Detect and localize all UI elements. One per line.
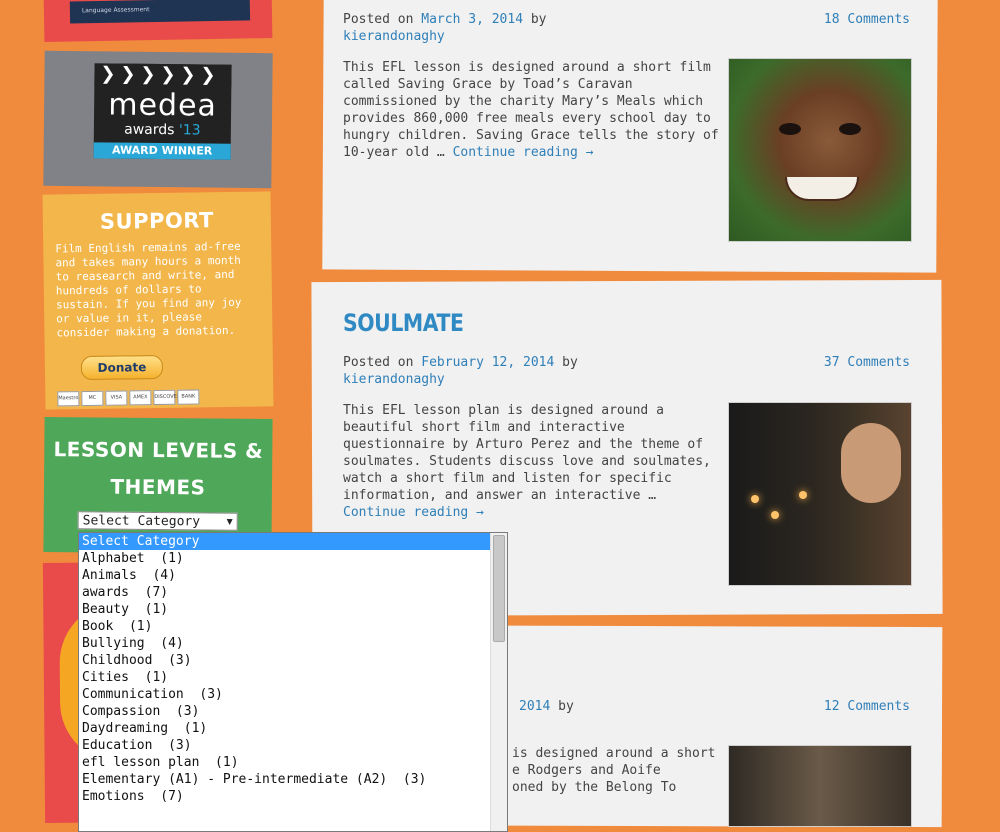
dropdown-option[interactable]: efl lesson plan (1) [79,754,507,771]
maestro-icon: Maestro [57,391,80,407]
comments-link[interactable]: 18 Comments [824,11,910,28]
dropdown-option[interactable]: awards (7) [79,584,507,601]
medea-awards-text: awards '13 [124,121,201,139]
dropdown-option[interactable]: Daydreaming (1) [79,720,507,737]
dropdown-option[interactable]: Select Category [79,533,492,550]
dropdown-option[interactable]: Animals (4) [79,567,507,584]
dropdown-option[interactable]: Childhood (3) [79,652,507,669]
dropdown-option[interactable]: Emotions (7) [79,788,507,805]
post-thumbnail[interactable] [728,402,912,586]
amex-icon: AMEX [129,390,152,406]
mastercard-icon: MC [81,390,104,407]
dropdown-option[interactable]: Book (1) [79,618,507,635]
support-widget: SUPPORT Film English remains ad-free and… [42,191,274,410]
chevron-down-icon: ▼ [226,516,233,528]
dropdown-option[interactable]: Bullying (4) [79,635,507,652]
dropdown-option[interactable]: Compassion (3) [79,703,507,720]
category-select-value: Select Category [82,513,201,530]
post-excerpt: This EFL lesson is designed around a sho… [343,60,719,160]
continue-reading-link[interactable]: Continue reading → [343,505,484,520]
support-title: SUPPORT [99,208,214,234]
dropdown-option[interactable]: Alphabet (1) [79,550,507,567]
author-link[interactable]: kierandonaghy [343,372,445,387]
comments-link[interactable]: 37 Comments [824,354,910,371]
sidebar-top-widget: Language Assessment [43,0,273,42]
medea-award-logo[interactable]: ❯ ❯ ❯ ❯ ❯ ❯ medea awards '13 AWARD WINNE… [93,63,232,160]
donate-button[interactable]: Donate [80,354,164,381]
post-excerpt: This EFL lesson plan is designed around … [343,403,711,520]
medea-award-widget: ❯ ❯ ❯ ❯ ❯ ❯ medea awards '13 AWARD WINNE… [43,50,273,189]
dropdown-option[interactable]: Education (3) [79,737,507,754]
dropdown-option[interactable]: Elementary (A1) - Pre-intermediate (A2) … [79,771,507,788]
category-select[interactable]: Select Category ▼ [77,511,238,531]
visa-icon: VISA [105,390,128,406]
dropdown-scrollbar[interactable] [490,533,507,831]
dropdown-option[interactable]: Cities (1) [79,669,507,686]
lesson-levels-title: LESSON LEVELS & THEMES [53,437,264,500]
dropdown-option[interactable]: Communication (3) [79,686,507,703]
post-thumbnail[interactable] [728,58,912,242]
category-dropdown-list[interactable]: Select Category Alphabet (1) Animals (4)… [78,532,508,832]
post-meta: Posted on March 3, 2014 by kierandonaghy… [343,11,910,44]
post-meta: Posted on February 12, 2014 by kierandon… [343,354,910,387]
discover-icon: DISCOVER [153,389,180,406]
scrollbar-thumb[interactable] [493,535,505,642]
comments-link[interactable]: 12 Comments [824,698,910,715]
dropdown-option[interactable]: Beauty (1) [79,601,507,618]
post-title[interactable]: SOULMATE [343,309,464,337]
post-date-link[interactable]: March 3, 2014 [421,12,523,27]
post-thumbnail[interactable] [728,745,912,827]
support-text: Film English remains ad-free and takes m… [55,239,242,340]
medea-word: medea [108,87,218,124]
author-link[interactable]: kierandonaghy [343,29,445,44]
award-winner-banner: AWARD WINNER [93,142,231,160]
continue-reading-link[interactable]: Continue reading → [453,145,594,160]
payment-cards: Maestro MC VISA AMEX DISCOVERBANK [57,382,201,407]
post-date-link[interactable]: February 12, 2014 [421,355,554,370]
post-date-link[interactable]: 2014 [519,699,550,714]
partner-logo[interactable]: Language Assessment [69,0,251,24]
bank-icon: BANK [177,389,200,405]
post-excerpt: is designed around a short e Rodgers and… [512,746,716,795]
